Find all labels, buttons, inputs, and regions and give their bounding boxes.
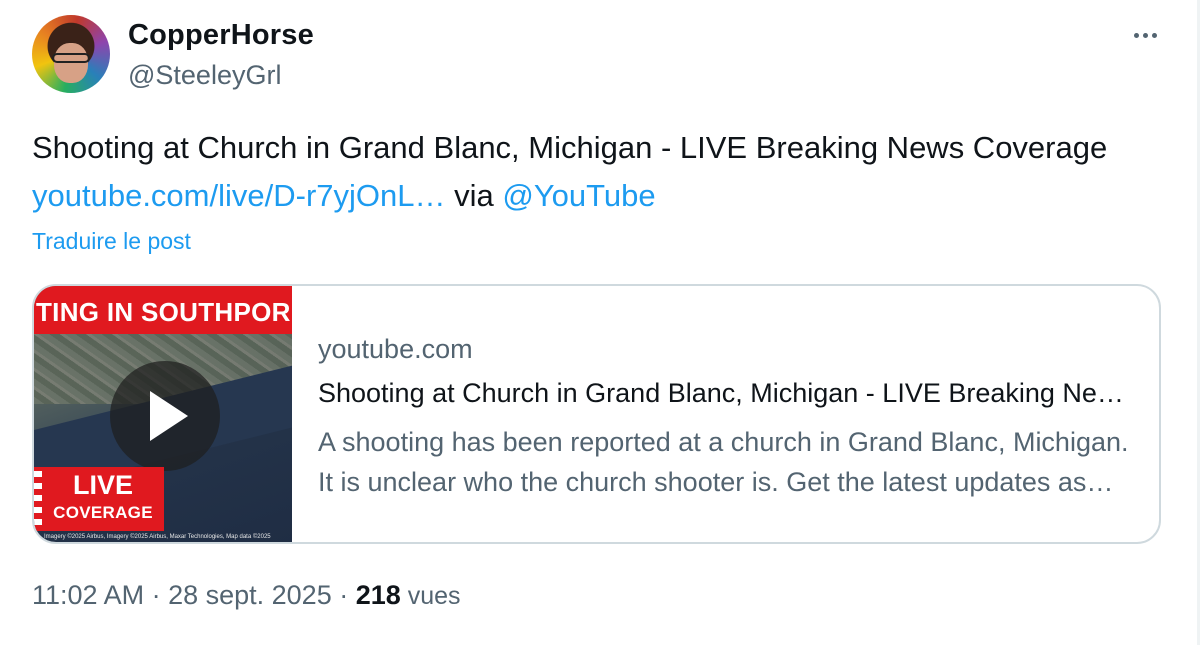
imagery-credit: Imagery ©2025 Airbus, Imagery ©2025 Airb… xyxy=(44,534,271,540)
avatar-face xyxy=(54,43,88,83)
tweet-text-body: Shooting at Church in Grand Blanc, Michi… xyxy=(32,130,1108,165)
play-icon[interactable] xyxy=(110,361,220,471)
card-thumbnail[interactable]: TING IN SOUTHPOR LIVE COVERAGE Imagery ©… xyxy=(34,286,292,542)
more-dot xyxy=(1151,32,1157,38)
post-date[interactable]: 28 sept. 2025 xyxy=(168,580,332,610)
link-preview-card[interactable]: TING IN SOUTHPOR LIVE COVERAGE Imagery ©… xyxy=(32,284,1161,544)
more-horizontal-icon[interactable] xyxy=(1128,22,1162,48)
card-description: A shooting has been reported at a church… xyxy=(318,427,1129,497)
thumbnail-banner: TING IN SOUTHPOR xyxy=(34,286,292,334)
views-label: vues xyxy=(400,582,461,610)
views-count: 218 xyxy=(355,580,401,610)
translate-post-link[interactable]: Traduire le post xyxy=(32,228,191,255)
avatar[interactable] xyxy=(32,15,110,93)
author-name[interactable]: CopperHorse xyxy=(128,19,314,52)
more-dot xyxy=(1133,32,1139,38)
coverage-label: COVERAGE xyxy=(53,503,153,522)
flag-icon xyxy=(34,467,42,531)
live-coverage-badge: LIVE COVERAGE xyxy=(42,467,164,531)
more-dot xyxy=(1142,32,1148,38)
card-domain: youtube.com xyxy=(318,334,473,364)
meta-separator: · xyxy=(144,580,169,610)
card-title: Shooting at Church in Grand Blanc, Michi… xyxy=(318,378,1138,408)
live-label: LIVE xyxy=(72,470,133,500)
tweet-link[interactable]: youtube.com/live/D-r7yjOnL… xyxy=(32,178,446,213)
tweet-text: Shooting at Church in Grand Blanc, Michi… xyxy=(32,124,1142,220)
tweet-via: via xyxy=(445,178,503,213)
tweet-meta: 11:02 AM · 28 sept. 2025 · 218 vues xyxy=(32,580,461,611)
youtube-mention[interactable]: @YouTube xyxy=(502,178,655,213)
avatar-glasses xyxy=(52,53,90,63)
author-handle[interactable]: @SteeleyGrl xyxy=(128,60,281,91)
post-time[interactable]: 11:02 AM xyxy=(32,580,144,610)
meta-separator-2: · xyxy=(331,580,356,610)
